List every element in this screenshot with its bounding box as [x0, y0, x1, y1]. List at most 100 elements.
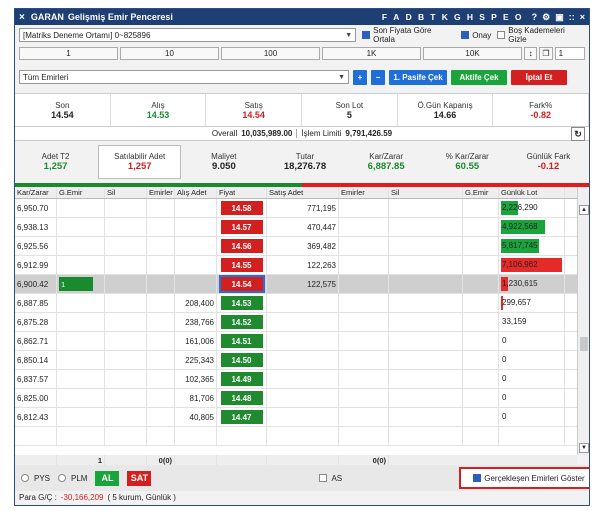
ask-qty-cell[interactable]: [267, 370, 339, 388]
sell-delete-cell[interactable]: [389, 199, 463, 217]
sell-orders-cell[interactable]: [339, 256, 389, 274]
bid-qty-cell[interactable]: 208,400: [175, 294, 217, 312]
column-header[interactable]: Satış Adet: [267, 187, 339, 198]
buy-orders-cell[interactable]: [147, 294, 175, 312]
gear-icon[interactable]: ⚙: [542, 12, 550, 23]
buy-orders-cell[interactable]: [147, 389, 175, 407]
layout-icon[interactable]: ▣: [555, 12, 564, 23]
quick-menu-k[interactable]: K: [442, 12, 448, 22]
sell-orders-cell[interactable]: [339, 313, 389, 331]
buy-delete-cell[interactable]: [105, 237, 147, 255]
sell-delete-cell[interactable]: [389, 218, 463, 236]
ask-qty-cell[interactable]: 122,575: [267, 275, 339, 293]
scroll-down-icon[interactable]: ▼: [579, 443, 589, 453]
quick-menu-a[interactable]: A: [393, 12, 399, 22]
sell-conditional-cell[interactable]: [463, 218, 499, 236]
sell-orders-cell[interactable]: [339, 370, 389, 388]
pys-radio[interactable]: PYS: [21, 474, 50, 483]
quick-menu-s[interactable]: S: [479, 12, 485, 22]
quick-menu-e[interactable]: E: [503, 12, 509, 22]
sell-button[interactable]: SAT: [127, 470, 152, 486]
bid-qty-cell[interactable]: 161,006: [175, 332, 217, 350]
column-header[interactable]: G.Emir: [57, 187, 105, 198]
buy-conditional-cell[interactable]: [57, 332, 105, 350]
make-passive-button[interactable]: 1. Pasife Çek: [389, 69, 447, 85]
scroll-up-icon[interactable]: ▲: [579, 205, 589, 215]
sell-delete-cell[interactable]: [389, 427, 463, 445]
ask-qty-cell[interactable]: [267, 313, 339, 331]
vertical-scrollbar[interactable]: ▲ ▼: [577, 187, 589, 455]
buy-conditional-cell[interactable]: [57, 313, 105, 331]
buy-conditional-cell[interactable]: 1: [57, 275, 105, 293]
buy-conditional-cell[interactable]: [57, 351, 105, 369]
sell-orders-cell[interactable]: [339, 389, 389, 407]
buy-conditional-cell[interactable]: [57, 294, 105, 312]
sell-orders-cell[interactable]: [339, 275, 389, 293]
ask-qty-cell[interactable]: [267, 351, 339, 369]
price-button[interactable]: 14.47: [220, 410, 263, 424]
center-last-price-checkbox[interactable]: Son Fiyata Göre Ortala: [362, 26, 455, 44]
ask-qty-cell[interactable]: 771,195: [267, 199, 339, 217]
bid-qty-cell[interactable]: [175, 256, 217, 274]
quick-menu-f[interactable]: F: [382, 12, 387, 22]
buy-orders-cell[interactable]: [147, 408, 175, 426]
position-1[interactable]: Satılabilir Adet 1,257: [98, 145, 182, 179]
sell-conditional-cell[interactable]: [463, 294, 499, 312]
sell-conditional-cell[interactable]: [463, 199, 499, 217]
sell-conditional-cell[interactable]: [463, 370, 499, 388]
column-header[interactable]: Kar/Zarar: [15, 187, 57, 198]
column-header[interactable]: Sil: [389, 187, 463, 198]
column-header[interactable]: Alış Adet: [175, 187, 217, 198]
buy-orders-cell[interactable]: [147, 237, 175, 255]
buy-orders-cell[interactable]: [147, 218, 175, 236]
ask-qty-cell[interactable]: [267, 408, 339, 426]
qty-100-button[interactable]: 100: [221, 46, 320, 60]
price-button[interactable]: 14.49: [220, 372, 263, 386]
sell-orders-cell[interactable]: [339, 237, 389, 255]
bid-qty-cell[interactable]: 102,365: [175, 370, 217, 388]
buy-delete-cell[interactable]: [105, 427, 147, 445]
minus-button[interactable]: −: [371, 69, 385, 85]
price-button[interactable]: 14.54: [218, 275, 265, 293]
sell-orders-cell[interactable]: [339, 218, 389, 236]
quick-menu-h[interactable]: H: [467, 12, 473, 22]
price-button[interactable]: 14.52: [220, 315, 263, 329]
scroll-thumb[interactable]: [580, 337, 588, 351]
close-window-icon[interactable]: ×: [580, 12, 585, 23]
buy-orders-cell[interactable]: [147, 370, 175, 388]
qty-10-button[interactable]: 10: [120, 46, 219, 60]
buy-delete-cell[interactable]: [105, 313, 147, 331]
stepper-icon[interactable]: ↕: [524, 46, 538, 60]
ask-qty-cell[interactable]: 470,447: [267, 218, 339, 236]
sell-delete-cell[interactable]: [389, 237, 463, 255]
column-header[interactable]: G.Emir: [463, 187, 499, 198]
buy-delete-cell[interactable]: [105, 408, 147, 426]
bid-qty-cell[interactable]: [175, 427, 217, 445]
sell-conditional-cell[interactable]: [463, 427, 499, 445]
bid-qty-cell[interactable]: [175, 218, 217, 236]
price-button[interactable]: 14.50: [220, 353, 263, 367]
buy-orders-cell[interactable]: [147, 256, 175, 274]
price-button[interactable]: 14.53: [220, 296, 263, 310]
buy-conditional-cell[interactable]: [57, 389, 105, 407]
sell-orders-cell[interactable]: [339, 199, 389, 217]
bid-qty-cell[interactable]: 81,706: [175, 389, 217, 407]
column-header[interactable]: Fiyat: [217, 187, 267, 198]
price-button[interactable]: 14.55: [220, 258, 263, 272]
show-filled-orders-checkbox[interactable]: Gerçekleşen Emirleri Göster: [459, 467, 589, 489]
buy-orders-cell[interactable]: [147, 332, 175, 350]
buy-orders-cell[interactable]: [147, 275, 175, 293]
ask-qty-cell[interactable]: [267, 294, 339, 312]
buy-conditional-cell[interactable]: [57, 370, 105, 388]
sell-conditional-cell[interactable]: [463, 351, 499, 369]
column-header[interactable]: Günlük Lot: [499, 187, 565, 198]
quick-menu-d[interactable]: D: [406, 12, 412, 22]
column-header[interactable]: Emirler: [147, 187, 175, 198]
buy-delete-cell[interactable]: [105, 332, 147, 350]
price-button[interactable]: 14.51: [220, 334, 263, 348]
sell-conditional-cell[interactable]: [463, 237, 499, 255]
sell-orders-cell[interactable]: [339, 332, 389, 350]
column-header[interactable]: Sil: [105, 187, 147, 198]
buy-delete-cell[interactable]: [105, 256, 147, 274]
buy-conditional-cell[interactable]: [57, 218, 105, 236]
